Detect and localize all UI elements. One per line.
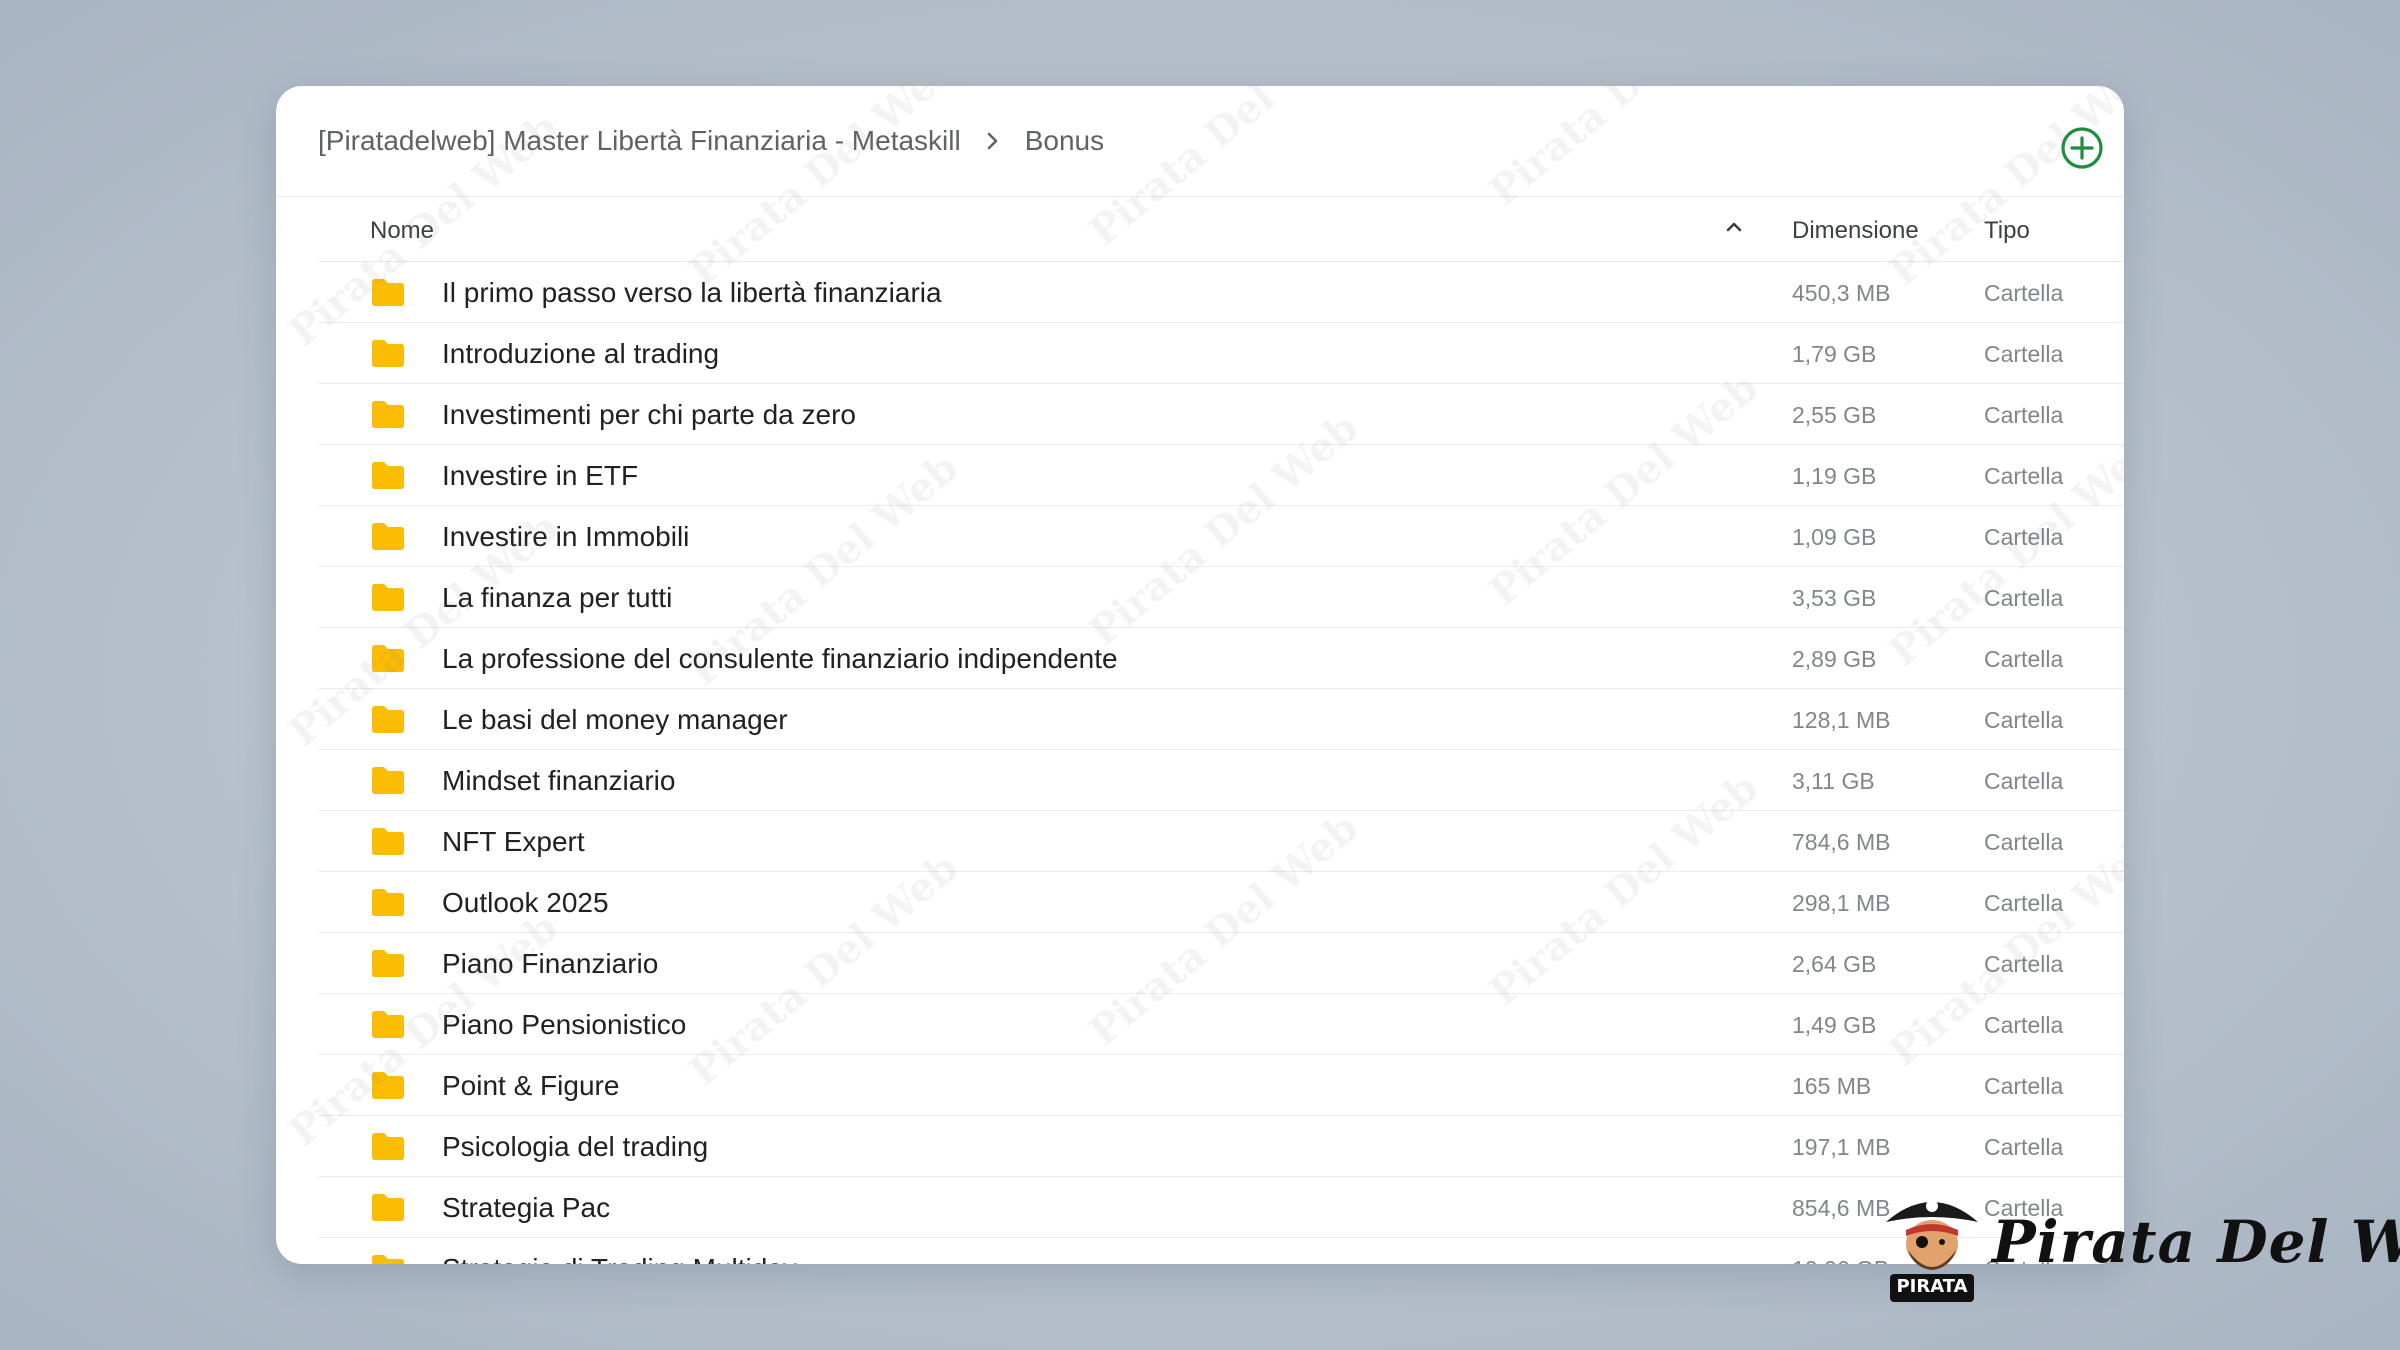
row-size: 854,6 MB [1792, 1195, 1891, 1221]
row-name: Strategie di Trading Multiday [442, 1253, 797, 1264]
row-size: 197,1 MB [1792, 1134, 1891, 1160]
folder-icon [370, 1130, 406, 1162]
row-name: Piano Pensionistico [442, 1009, 687, 1040]
row-name: La finanza per tutti [442, 582, 673, 613]
row-type: Cartella [1984, 829, 2064, 855]
row-size: 165 MB [1792, 1073, 1872, 1099]
logo-badge-text: PIRATA [1896, 1276, 1968, 1297]
row-type: Cartella [1984, 890, 2064, 916]
row-name: Le basi del money manager [442, 704, 788, 735]
breadcrumb: [Piratadelweb] Master Libertà Finanziari… [276, 86, 2124, 197]
brand-logo: PIRATA Pirata Del Web [1880, 1186, 2400, 1306]
row-size: 2,89 GB [1792, 646, 1877, 672]
folder-icon [370, 459, 406, 491]
logo-text: Pirata Del Web [1992, 1208, 2400, 1276]
column-header-type[interactable]: Tipo [1984, 217, 2030, 245]
row-type: Cartella [1984, 1073, 2064, 1099]
chevron-right-icon [985, 131, 1001, 151]
row-size: 3,11 GB [1792, 768, 1875, 794]
row-size: 450,3 MB [1792, 280, 1891, 306]
add-circle-icon[interactable] [2060, 126, 2104, 170]
table-row[interactable]: Psicologia del trading 197,1 MB Cartella [318, 1116, 2124, 1177]
folder-icon [370, 581, 406, 613]
row-type: Cartella [1984, 524, 2064, 550]
file-browser-window: [Piratadelweb] Master Libertà Finanziari… [276, 86, 2124, 1264]
table-row[interactable]: Introduzione al trading 1,79 GB Cartella [318, 323, 2124, 384]
row-type: Cartella [1984, 1134, 2064, 1160]
table-row[interactable]: Mindset finanziario 3,11 GB Cartella [318, 750, 2124, 811]
row-type: Cartella [1984, 768, 2064, 794]
row-type: Cartella [1984, 707, 2064, 733]
table-row[interactable]: Il primo passo verso la libertà finanzia… [318, 262, 2124, 323]
row-name: Piano Finanziario [442, 948, 659, 979]
folder-icon [370, 337, 406, 369]
folder-icon [370, 1008, 406, 1040]
column-header-size[interactable]: Dimensione [1792, 217, 1919, 245]
table-row[interactable]: La professione del consulente finanziari… [318, 628, 2124, 689]
row-size: 1,09 GB [1792, 524, 1877, 550]
folder-icon [370, 825, 406, 857]
row-size: 2,55 GB [1792, 402, 1877, 428]
row-type: Cartella [1984, 402, 2064, 428]
column-header-name[interactable]: Nome [370, 217, 434, 245]
row-name: Investire in ETF [442, 460, 639, 491]
row-name: Investimenti per chi parte da zero [442, 399, 856, 430]
breadcrumb-parent[interactable]: [Piratadelweb] Master Libertà Finanziari… [318, 125, 961, 157]
row-size: 3,53 GB [1792, 585, 1877, 611]
row-size: 1,79 GB [1792, 341, 1877, 367]
table-row[interactable]: Piano Finanziario 2,64 GB Cartella [318, 933, 2124, 994]
row-type: Cartella [1984, 646, 2064, 672]
row-type: Cartella [1984, 951, 2064, 977]
folder-icon [370, 886, 406, 918]
row-type: Cartella [1984, 1012, 2064, 1038]
table-row[interactable]: Investimenti per chi parte da zero 2,55 G… [318, 384, 2124, 445]
folder-icon [370, 1069, 406, 1101]
row-name: Outlook 2025 [442, 887, 609, 918]
folder-icon [370, 703, 406, 735]
table-header: Nome Dimensione Tipo [318, 197, 2124, 262]
pirate-icon: PIRATA [1880, 1186, 1984, 1306]
table-row[interactable]: Investire in ETF 1,19 GB Cartella [318, 445, 2124, 506]
table-row[interactable]: Le basi del money manager 128,1 MB Cartell… [318, 689, 2124, 750]
table-row[interactable]: Outlook 2025 298,1 MB Cartella [318, 872, 2124, 933]
chevron-up-icon[interactable] [1722, 215, 1746, 239]
folder-icon [370, 520, 406, 552]
table-row[interactable]: NFT Expert 784,6 MB Cartella [318, 811, 2124, 872]
table-row[interactable]: La finanza per tutti 3,53 GB Cartella [318, 567, 2124, 628]
table-row[interactable]: Investire in Immobili 1,09 GB Cartella [318, 506, 2124, 567]
row-name: Investire in Immobili [442, 521, 690, 552]
row-name: La professione del consulente finanziari… [442, 643, 1118, 674]
folder-icon [370, 764, 406, 796]
row-name: Il primo passo verso la libertà finanzia… [442, 277, 942, 308]
folder-icon [370, 398, 406, 430]
row-size: 2,64 GB [1792, 951, 1877, 977]
row-type: Cartella [1984, 341, 2064, 367]
row-size: 298,1 MB [1792, 890, 1891, 916]
table-row[interactable]: Strategie di Trading Multiday10,06 GBCar… [318, 1238, 2124, 1264]
folder-icon [370, 1191, 406, 1223]
table-row[interactable]: Strategia Pac 854,6 MB Cartella [318, 1177, 2124, 1238]
row-name: Strategia Pac [442, 1192, 611, 1223]
table-row[interactable]: Point & Figure 165 MB Cartella [318, 1055, 2124, 1116]
row-name: NFT Expert [442, 826, 585, 857]
row-name: Mindset finanziario [442, 765, 676, 796]
folder-icon [370, 276, 406, 308]
row-size: 10,06 GB [1792, 1256, 1889, 1264]
row-size: 1,19 GB [1792, 463, 1877, 489]
row-name: Point & Figure [442, 1070, 620, 1101]
file-list: Il primo passo verso la libertà finanzia… [318, 262, 2124, 1264]
row-type: Cartella [1984, 585, 2064, 611]
folder-icon [370, 947, 406, 979]
folder-icon [370, 642, 406, 674]
row-type: Cartella [1984, 280, 2064, 306]
row-type: Cartella [1984, 463, 2064, 489]
row-size: 1,49 GB [1792, 1012, 1877, 1038]
row-size: 128,1 MB [1792, 707, 1891, 733]
table-row[interactable]: Piano Pensionistico 1,49 GB Cartella [318, 994, 2124, 1055]
breadcrumb-current[interactable]: Bonus [1025, 125, 1104, 157]
folder-icon [370, 1252, 406, 1264]
row-name: Introduzione al trading [442, 338, 720, 369]
row-size: 784,6 MB [1792, 829, 1891, 855]
row-name: Psicologia del trading [442, 1131, 709, 1162]
